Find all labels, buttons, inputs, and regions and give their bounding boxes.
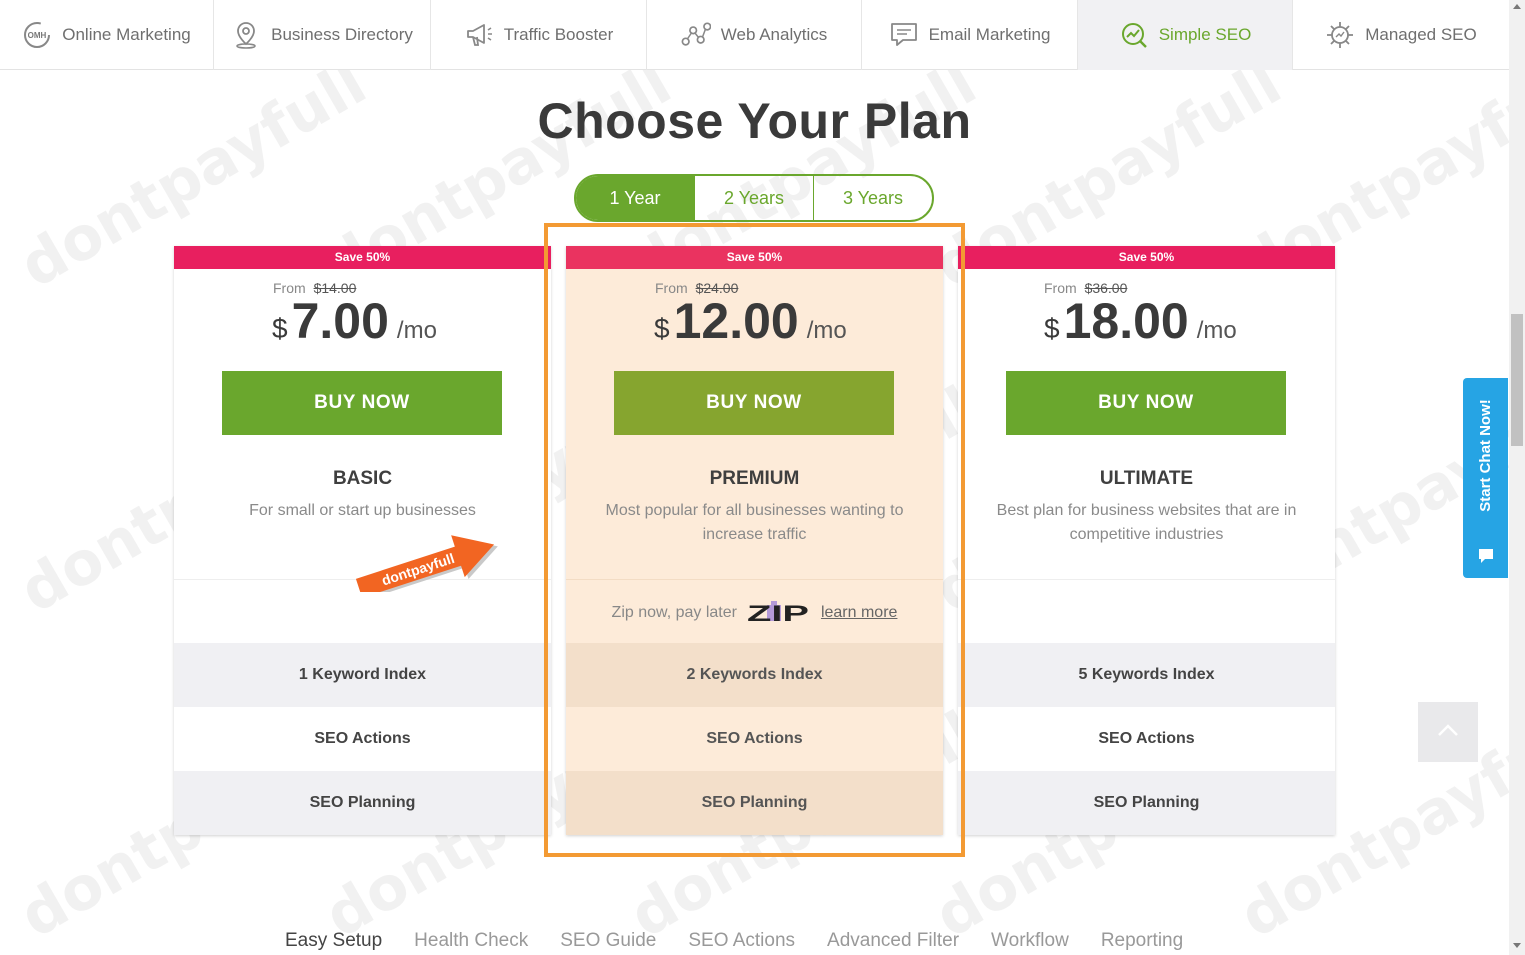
- plan-card-ultimate: Save 50% From $36.00 $ 18.00 /mo BUY NOW…: [958, 246, 1335, 835]
- learn-more-link[interactable]: learn more: [821, 604, 897, 622]
- megaphone-icon: [464, 20, 494, 50]
- tab-3-years[interactable]: 3 Years: [814, 176, 932, 220]
- price: $ 7.00 /mo: [272, 292, 437, 350]
- nav-label: Web Analytics: [720, 25, 828, 44]
- tab-easy-setup[interactable]: Easy Setup: [285, 930, 382, 952]
- feature-row: SEO Planning: [958, 771, 1335, 835]
- feature-row: SEO Actions: [1098, 730, 1195, 747]
- zip-logo-icon: ZIP: [747, 601, 809, 626]
- price-period: /mo: [806, 317, 847, 344]
- chat-bubble-icon: [1476, 546, 1496, 571]
- tab-health-check[interactable]: Health Check: [414, 930, 528, 952]
- feature-row: 1 Keyword Index: [174, 643, 551, 707]
- chat-label-wrap: Start Chat Now!: [1463, 378, 1508, 533]
- scroll-up-arrow-icon[interactable]: [1513, 4, 1521, 9]
- save-badge: Save 50%: [958, 246, 1335, 269]
- plan-name: PREMIUM: [709, 468, 800, 489]
- chat-label: Start Chat Now!: [1477, 399, 1494, 512]
- feature-row: SEO Actions: [314, 730, 411, 747]
- feature-row: SEO Planning: [566, 771, 943, 835]
- svg-text:ZIP: ZIP: [747, 601, 809, 626]
- price-period: /mo: [1196, 317, 1237, 344]
- tab-workflow[interactable]: Workflow: [991, 930, 1069, 952]
- chevron-up-icon: [1437, 723, 1459, 742]
- tab-advanced-filter[interactable]: Advanced Filter: [827, 930, 959, 952]
- analytics-nodes-icon: [681, 20, 711, 50]
- nav-item-traffic-booster[interactable]: Traffic Booster: [431, 0, 647, 70]
- price-currency: $: [1044, 313, 1060, 344]
- nav-label: Email Marketing: [928, 25, 1051, 44]
- plan-name: ULTIMATE: [1099, 468, 1194, 489]
- managed-gear-icon: [1325, 20, 1355, 50]
- omh-logo-icon: OMH: [22, 20, 52, 50]
- tab-reporting[interactable]: Reporting: [1101, 930, 1183, 952]
- nav-item-online-marketing[interactable]: OMH Online Marketing: [0, 0, 214, 70]
- buy-now-button-ultimate[interactable]: BUY NOW: [1006, 371, 1286, 435]
- feature-row: 2 Keywords Index: [566, 643, 943, 707]
- buy-now-button-basic[interactable]: BUY NOW: [222, 371, 502, 435]
- plan-card-premium: Save 50% From $24.00 $ 12.00 /mo BUY NOW…: [566, 246, 943, 835]
- map-pin-icon: [231, 20, 261, 50]
- buy-now-button-premium[interactable]: BUY NOW: [614, 371, 894, 435]
- page-scrollbar[interactable]: [1509, 0, 1525, 955]
- zip-logo: ZIP: [745, 599, 813, 627]
- nav-item-email-marketing[interactable]: Email Marketing: [862, 0, 1078, 70]
- billing-period-toggle: 1 Year 2 Years 3 Years: [574, 174, 934, 222]
- nav-label: Managed SEO: [1365, 25, 1477, 44]
- tab-seo-guide[interactable]: SEO Guide: [560, 930, 656, 952]
- price-amount: 12.00: [673, 293, 799, 349]
- plan-description: Best plan for business websites that are…: [996, 502, 1297, 543]
- nav-label: Traffic Booster: [503, 25, 614, 44]
- back-to-top-button[interactable]: [1418, 702, 1478, 762]
- feature-row: 5 Keywords Index: [958, 643, 1335, 707]
- scroll-thumb[interactable]: [1511, 314, 1523, 446]
- nav-label: Business Directory: [271, 25, 413, 44]
- plan-description: Most popular for all businesses wanting …: [605, 502, 904, 543]
- price-amount: 7.00: [291, 293, 389, 349]
- price-period: /mo: [396, 317, 437, 344]
- price: $ 18.00 /mo: [1044, 292, 1237, 350]
- feature-tabs: Easy Setup Health Check SEO Guide SEO Ac…: [285, 930, 1183, 952]
- nav-item-simple-seo[interactable]: Simple SEO: [1078, 0, 1293, 70]
- nav-label: Online Marketing: [62, 25, 191, 44]
- email-chat-icon: [889, 20, 919, 50]
- price-currency: $: [272, 313, 288, 344]
- nav-item-managed-seo[interactable]: Managed SEO: [1293, 0, 1509, 70]
- plan-name: BASIC: [332, 468, 393, 489]
- feature-row: SEO Actions: [706, 730, 803, 747]
- svg-text:OMH: OMH: [28, 31, 47, 40]
- tab-2-years[interactable]: 2 Years: [695, 176, 814, 220]
- nav-item-business-directory[interactable]: Business Directory: [214, 0, 431, 70]
- top-nav: OMH Online Marketing Business Directory …: [0, 0, 1509, 70]
- start-chat-button[interactable]: Start Chat Now!: [1463, 378, 1508, 578]
- save-badge: Save 50%: [174, 246, 551, 269]
- divider: [566, 579, 943, 580]
- tab-1-year[interactable]: 1 Year: [576, 176, 695, 220]
- feature-row: SEO Planning: [174, 771, 551, 835]
- tab-seo-actions[interactable]: SEO Actions: [688, 930, 795, 952]
- promo-arrow-icon: dontpayfull: [355, 535, 498, 600]
- price-currency: $: [654, 313, 670, 344]
- promo-arrow: dontpayfull: [344, 518, 508, 600]
- zip-pay-later: Zip now, pay later ZIP learn more: [566, 593, 943, 633]
- scroll-down-arrow-icon[interactable]: [1513, 943, 1521, 948]
- price-amount: 18.00: [1063, 293, 1189, 349]
- page-title: Choose Your Plan: [537, 93, 972, 149]
- zip-text: Zip now, pay later: [611, 604, 737, 621]
- seo-chart-icon: [1119, 20, 1149, 50]
- nav-item-web-analytics[interactable]: Web Analytics: [647, 0, 862, 70]
- save-badge: Save 50%: [566, 246, 943, 269]
- nav-label: Simple SEO: [1158, 25, 1252, 44]
- divider: [958, 579, 1335, 580]
- price: $ 12.00 /mo: [654, 292, 847, 350]
